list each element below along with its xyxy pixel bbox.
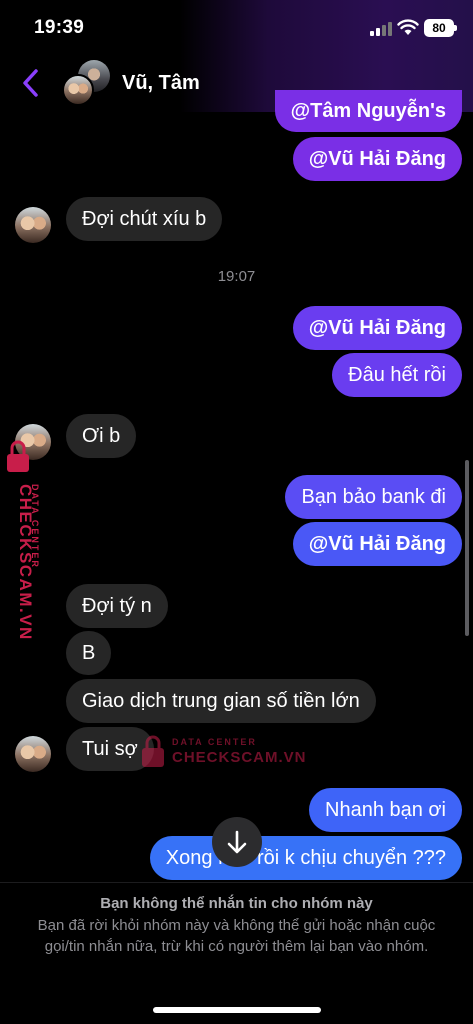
watermark-vertical-top: DATA CENTER <box>30 484 40 569</box>
status-bar: 19:39 80 <box>0 0 473 56</box>
watermark-logo-vertical: CHECKSCAM.VN DATA CENTER <box>7 440 40 640</box>
scroll-indicator[interactable] <box>465 460 469 636</box>
composer-disabled-notice: Bạn không thể nhắn tin cho nhóm này Bạn … <box>0 882 473 1024</box>
message-outgoing[interactable]: Nhanh bạn ơi <box>309 788 462 832</box>
arrow-down-icon <box>227 830 247 854</box>
watermark-small-main: CHECKSCAM.VN <box>172 749 307 766</box>
lock-icon <box>142 735 164 767</box>
message-incoming[interactable]: Đợi tý n <box>66 584 168 628</box>
signal-icon <box>370 22 392 36</box>
message-outgoing[interactable]: Bạn bảo bank đi <box>285 475 462 519</box>
notice-title: Bạn không thể nhắn tin cho nhóm này <box>100 895 373 912</box>
status-time: 19:39 <box>34 17 85 38</box>
message-incoming[interactable]: Ơi b <box>66 414 137 458</box>
chevron-left-icon[interactable] <box>20 68 42 98</box>
notice-description: Bạn đã rời khỏi nhóm này và không thể gử… <box>37 917 436 955</box>
message-outgoing[interactable]: @Tâm Nguyễn's <box>274 90 462 132</box>
message-outgoing[interactable]: @Vũ Hải Đăng <box>292 522 462 566</box>
home-indicator[interactable] <box>153 1007 321 1013</box>
battery-indicator: 80 <box>424 19 457 37</box>
message-timestamp: 19:07 <box>217 268 256 285</box>
scroll-to-bottom-button[interactable] <box>212 817 262 867</box>
message-incoming[interactable]: Đợi chút xíu b <box>66 197 223 241</box>
message-incoming[interactable]: Giao dịch trung gian số tiền lớn <box>66 679 376 723</box>
message-outgoing[interactable]: @Vũ Hải Đăng <box>292 137 462 181</box>
watermark-logo: DATA CENTER CHECKSCAM.VN <box>140 733 306 773</box>
sender-avatar <box>15 736 51 772</box>
message-incoming[interactable]: B <box>66 631 112 675</box>
message-outgoing[interactable]: @Vũ Hải Đăng <box>292 306 462 350</box>
message-outgoing[interactable]: Đâu hết rồi <box>332 353 462 397</box>
chat-title[interactable]: Vũ, Tâm <box>122 72 200 95</box>
watermark-small-top: DATA CENTER <box>172 737 257 747</box>
wifi-icon <box>397 19 419 35</box>
message-outgoing[interactable]: Xong nhỏ rồi k chịu chuyển ??? <box>149 836 462 880</box>
sender-avatar <box>15 207 51 243</box>
group-avatar-front <box>62 74 94 106</box>
